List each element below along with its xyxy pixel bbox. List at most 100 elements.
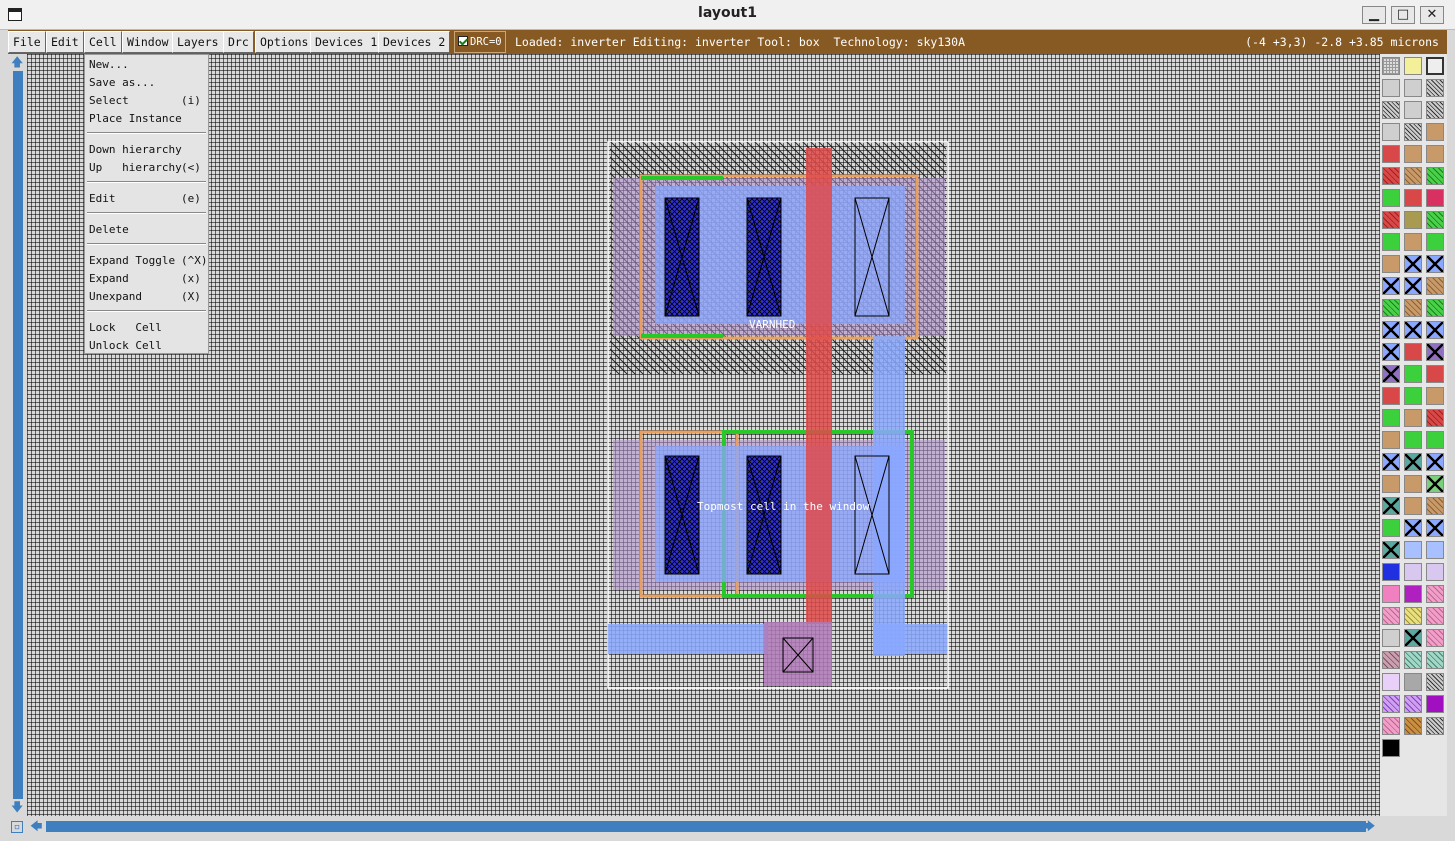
layer-swatch[interactable] xyxy=(1404,299,1422,317)
layer-swatch[interactable] xyxy=(1404,563,1422,581)
layer-swatch[interactable] xyxy=(1426,541,1444,559)
layer-swatch[interactable] xyxy=(1382,717,1400,735)
layer-swatch[interactable] xyxy=(1382,299,1400,317)
minimize-button[interactable]: ▁ xyxy=(1362,6,1386,24)
vertical-scroll-track[interactable] xyxy=(13,71,23,799)
layer-swatch[interactable] xyxy=(1404,497,1422,515)
layer-swatch[interactable] xyxy=(1404,431,1422,449)
layer-swatch[interactable] xyxy=(1426,717,1444,735)
cell-menu-item[interactable]: Save as... xyxy=(89,76,155,90)
layer-swatch[interactable] xyxy=(1404,343,1422,361)
layer-swatch[interactable] xyxy=(1404,475,1422,493)
cell-menu-item[interactable]: Unlock Cell xyxy=(89,339,162,353)
poly-gate[interactable] xyxy=(806,148,832,624)
menu-devices-1[interactable]: Devices 1 xyxy=(310,31,383,53)
scroll-down-icon[interactable]: 🡇 xyxy=(11,801,23,813)
layer-swatch[interactable] xyxy=(1404,717,1422,735)
layer-swatch[interactable] xyxy=(1382,453,1400,471)
layer-swatch[interactable] xyxy=(1382,167,1400,185)
layer-swatch[interactable] xyxy=(1426,629,1444,647)
vertical-scrollbar[interactable]: 🡅 🡇 xyxy=(8,54,27,816)
layer-swatch[interactable] xyxy=(1382,409,1400,427)
layer-swatch[interactable] xyxy=(1404,233,1422,251)
menu-window[interactable]: Window xyxy=(122,31,174,53)
layer-swatch[interactable] xyxy=(1426,519,1444,537)
layer-swatch[interactable] xyxy=(1404,607,1422,625)
layer-swatch[interactable] xyxy=(1426,453,1444,471)
layer-swatch[interactable] xyxy=(1426,101,1444,119)
cell-menu-item[interactable]: Expand (x) xyxy=(89,272,201,286)
zoom-box-icon[interactable]: ▫ xyxy=(11,821,23,833)
layer-swatch[interactable] xyxy=(1382,673,1400,691)
layer-swatch[interactable] xyxy=(1404,409,1422,427)
layout-canvas[interactable]: VARNHED Topmost cell in the window xyxy=(27,54,1380,816)
layer-swatch[interactable] xyxy=(1426,365,1444,383)
cell-menu-item[interactable]: Place Instance xyxy=(89,112,182,126)
layer-swatch[interactable] xyxy=(1426,79,1444,97)
cell-menu-item[interactable]: Delete xyxy=(89,223,129,237)
output-metal-bottom[interactable] xyxy=(873,624,947,654)
cell-menu-item[interactable]: New... xyxy=(89,58,129,72)
layer-swatch[interactable] xyxy=(1426,475,1444,493)
layer-swatch[interactable] xyxy=(1404,57,1422,75)
layer-swatch[interactable] xyxy=(1426,673,1444,691)
drc-checkbox-icon[interactable] xyxy=(458,36,468,46)
menu-drc[interactable]: Drc xyxy=(223,31,254,53)
layer-swatch[interactable] xyxy=(1426,123,1444,141)
cell-menu-item[interactable]: Unexpand (X) xyxy=(89,290,201,304)
poly-contact-pad[interactable] xyxy=(764,622,832,686)
layer-swatch[interactable] xyxy=(1426,695,1444,713)
cell-menu-item[interactable]: Up hierarchy (<) xyxy=(89,161,201,175)
layer-swatch[interactable] xyxy=(1404,189,1422,207)
maximize-button[interactable]: □ xyxy=(1391,6,1415,24)
layer-swatch[interactable] xyxy=(1382,739,1400,757)
layer-swatch[interactable] xyxy=(1382,233,1400,251)
layer-swatch[interactable] xyxy=(1382,145,1400,163)
layer-swatch[interactable] xyxy=(1426,563,1444,581)
horizontal-scroll-track[interactable] xyxy=(46,821,1366,832)
layer-swatch[interactable] xyxy=(1404,79,1422,97)
layer-swatch[interactable] xyxy=(1382,607,1400,625)
layer-swatch[interactable] xyxy=(1426,387,1444,405)
layer-swatch[interactable] xyxy=(1404,387,1422,405)
cell-menu-item[interactable]: Select (i) xyxy=(89,94,201,108)
input-metal[interactable] xyxy=(608,624,768,654)
drc-toggle[interactable]: DRC=0 xyxy=(454,31,506,53)
layer-swatch[interactable] xyxy=(1382,541,1400,559)
scroll-left-icon[interactable]: 🡄 xyxy=(30,820,42,832)
layer-swatch[interactable] xyxy=(1382,497,1400,515)
layer-swatch[interactable] xyxy=(1382,277,1400,295)
upper-diff-green-bottom[interactable] xyxy=(641,334,723,338)
layer-swatch[interactable] xyxy=(1382,365,1400,383)
layer-swatch[interactable] xyxy=(1426,585,1444,603)
layer-swatch[interactable] xyxy=(1382,321,1400,339)
layer-swatch[interactable] xyxy=(1382,651,1400,669)
layer-swatch[interactable] xyxy=(1404,255,1422,273)
layer-swatch[interactable] xyxy=(1426,255,1444,273)
layer-swatch[interactable] xyxy=(1404,629,1422,647)
layer-swatch[interactable] xyxy=(1426,651,1444,669)
layer-swatch[interactable] xyxy=(1426,607,1444,625)
menu-options[interactable]: Options xyxy=(255,31,314,53)
layer-swatch[interactable] xyxy=(1382,255,1400,273)
layer-swatch[interactable] xyxy=(1426,321,1444,339)
layer-swatch[interactable] xyxy=(1382,343,1400,361)
layer-swatch[interactable] xyxy=(1382,585,1400,603)
layer-swatch[interactable] xyxy=(1382,79,1400,97)
layer-swatch[interactable] xyxy=(1382,57,1400,75)
layer-swatch[interactable] xyxy=(1404,321,1422,339)
cell-menu-item[interactable]: Expand Toggle (^X) xyxy=(89,254,208,268)
layer-swatch[interactable] xyxy=(1426,233,1444,251)
layer-swatch[interactable] xyxy=(1404,167,1422,185)
layer-swatch[interactable] xyxy=(1404,453,1422,471)
layer-swatch[interactable] xyxy=(1382,189,1400,207)
menu-file[interactable]: File xyxy=(8,31,46,53)
menu-layers[interactable]: Layers xyxy=(172,31,224,53)
layer-swatch[interactable] xyxy=(1404,673,1422,691)
layer-swatch[interactable] xyxy=(1404,365,1422,383)
layer-swatch[interactable] xyxy=(1426,343,1444,361)
layer-swatch[interactable] xyxy=(1426,189,1444,207)
layer-swatch[interactable] xyxy=(1404,651,1422,669)
layer-swatch[interactable] xyxy=(1382,387,1400,405)
layer-swatch[interactable] xyxy=(1382,431,1400,449)
